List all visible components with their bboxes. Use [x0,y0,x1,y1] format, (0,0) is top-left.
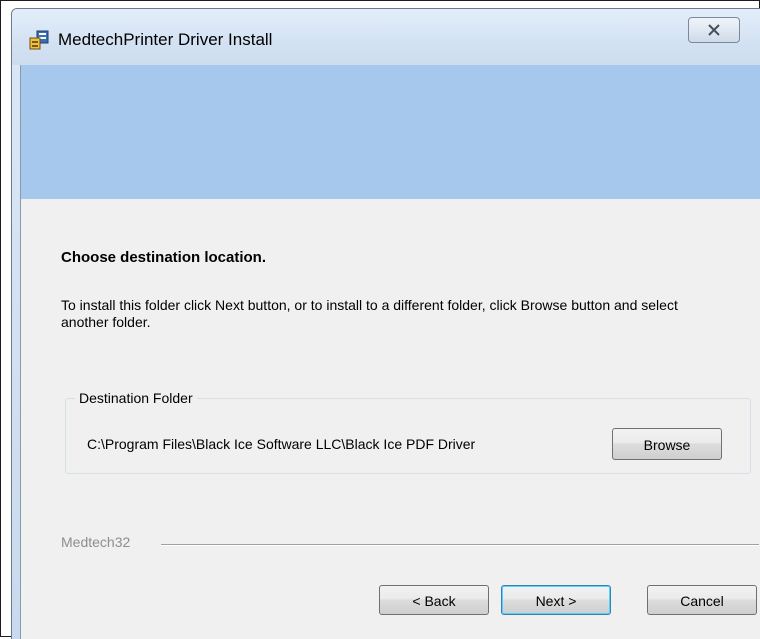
title-bar[interactable]: MedtechPrinter Driver Install [12,9,760,65]
close-icon [708,24,720,36]
destination-path: C:\Program Files\Black Ice Software LLC\… [87,436,476,452]
page-title: Choose destination location. [61,249,267,266]
browse-button[interactable]: Browse [612,428,722,460]
instructions-text: To install this folder click Next button… [61,297,678,330]
separator-line [161,544,759,546]
next-button[interactable]: Next > [501,585,611,615]
back-button[interactable]: < Back [379,585,489,615]
installer-window: MedtechPrinter Driver Install Choose des… [11,8,760,639]
screenshot-frame: MedtechPrinter Driver Install Choose des… [0,0,760,639]
installer-icon [28,29,50,51]
dialog-client-area: Choose destination location. To install … [20,65,760,639]
window-title: MedtechPrinter Driver Install [58,30,273,49]
brand-label: Medtech32 [61,534,131,550]
header-banner [21,65,760,199]
close-button[interactable] [688,17,740,43]
destination-folder-label: Destination Folder [75,390,197,406]
cancel-button[interactable]: Cancel [647,585,757,615]
